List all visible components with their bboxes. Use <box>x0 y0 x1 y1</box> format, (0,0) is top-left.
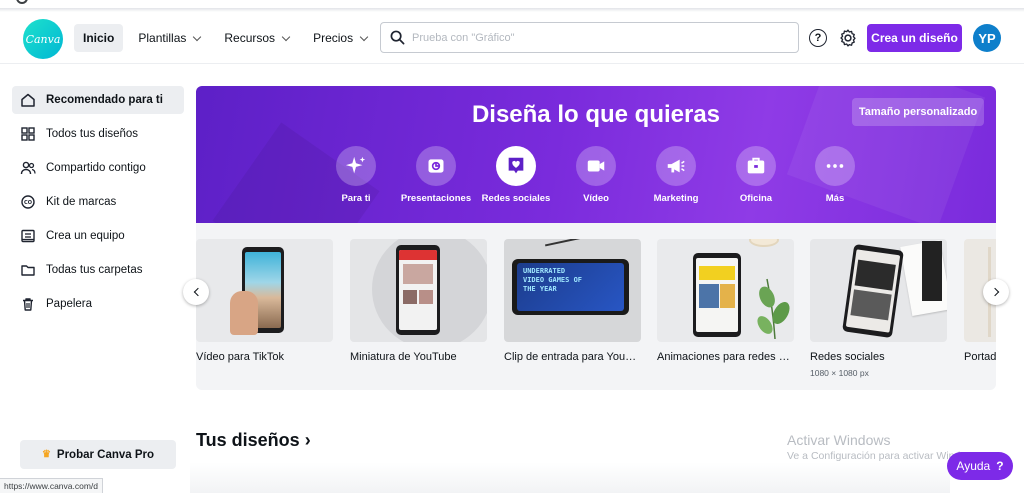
template-thumbnail: UNDERRATED VIDEO GAMES OF THE YEAR <box>504 239 641 342</box>
search-bar[interactable] <box>380 22 799 53</box>
category-mas[interactable]: Más <box>795 146 875 204</box>
nav-plantillas[interactable]: Plantillas <box>129 24 209 52</box>
carousel-next-button[interactable] <box>983 279 1009 305</box>
category-presentaciones[interactable]: Presentaciones <box>396 146 476 204</box>
category-redes-sociales[interactable]: Redes sociales <box>476 146 556 204</box>
custom-size-button[interactable]: Tamaño personalizado <box>852 98 984 126</box>
nav-inicio[interactable]: Inicio <box>74 24 124 52</box>
help-button[interactable]: Ayuda ? <box>947 452 1013 480</box>
sparkle-icon <box>345 156 366 174</box>
sidebar-item-carpetas[interactable]: Todas tus carpetas <box>12 256 184 284</box>
chevron-left-icon <box>193 287 202 297</box>
template-card-title: Animaciones para redes sociales <box>657 351 794 363</box>
search-input[interactable] <box>412 31 782 44</box>
template-card-title: Miniatura de YouTube <box>350 351 457 363</box>
nav-precios[interactable]: Precios <box>304 24 376 52</box>
brand-kit-icon: CO <box>21 195 35 209</box>
chevron-right-icon <box>990 287 999 297</box>
users-icon <box>20 161 36 175</box>
question-icon: ? <box>996 459 1004 473</box>
template-card-youtube-thumbnail[interactable]: Miniatura de YouTube <box>350 239 487 363</box>
category-para-ti[interactable]: Para ti <box>316 146 396 204</box>
crown-icon: ♛ <box>41 449 51 460</box>
canva-logo[interactable]: Canva <box>23 19 63 59</box>
template-thumbnail <box>810 239 947 342</box>
chevron-down-icon <box>359 32 369 41</box>
thumbnail-text: UNDERRATED VIDEO GAMES OF THE YEAR <box>523 267 583 293</box>
video-camera-icon <box>587 160 605 172</box>
template-card-social-animations[interactable]: Animaciones para redes sociales <box>657 239 794 363</box>
browser-edge-icon <box>16 0 28 4</box>
chevron-right-icon: › <box>304 430 311 450</box>
chevron-down-icon <box>193 32 202 41</box>
trash-icon <box>23 298 33 311</box>
help-icon[interactable]: ? <box>809 29 827 47</box>
sidebar-item-compartido[interactable]: Compartido contigo <box>12 154 184 182</box>
sidebar: Recomendado para ti Todos tus diseños Co… <box>0 65 196 493</box>
your-designs-heading[interactable]: Tus diseños › <box>196 430 311 451</box>
sidebar-item-papelera[interactable]: Papelera <box>12 290 184 318</box>
heart-chat-icon <box>508 157 524 174</box>
sidebar-item-todos-disenos[interactable]: Todos tus diseños <box>12 120 184 148</box>
template-thumbnail <box>657 239 794 342</box>
sidebar-item-kit-marcas[interactable]: CO Kit de marcas <box>12 188 184 216</box>
template-card-size: 1080 × 1080 px <box>810 368 869 378</box>
template-card-title: Redes sociales <box>810 351 885 363</box>
megaphone-icon <box>667 159 685 173</box>
folder-icon <box>21 265 35 276</box>
presentation-icon <box>428 159 444 173</box>
home-icon <box>21 93 35 107</box>
nav-recursos[interactable]: Recursos <box>215 24 298 52</box>
template-carousel: Vídeo para TikTok Miniatura de YouTube U… <box>196 223 996 390</box>
more-dots-icon <box>826 164 844 168</box>
template-thumbnail <box>350 239 487 342</box>
browser-top-strip <box>0 0 1024 12</box>
canva-home-page: Canva Inicio Plantillas Recursos Precios… <box>0 0 1024 493</box>
grid-icon <box>21 127 35 141</box>
create-design-button[interactable]: Crea un diseño <box>867 24 962 52</box>
template-card-title: Portada <box>964 351 996 363</box>
category-marketing[interactable]: Marketing <box>636 146 716 204</box>
gear-icon[interactable] <box>838 28 858 48</box>
carousel-prev-button[interactable] <box>183 279 209 305</box>
sidebar-item-recomendado[interactable]: Recomendado para ti <box>12 86 184 114</box>
template-card-social-media[interactable]: Redes sociales 1080 × 1080 px <box>810 239 947 378</box>
template-card-youtube-intro[interactable]: UNDERRATED VIDEO GAMES OF THE YEAR Clip … <box>504 239 641 363</box>
svg-text:CO: CO <box>24 200 32 206</box>
top-header: Canva Inicio Plantillas Recursos Precios… <box>0 12 1024 64</box>
main-nav: Inicio Plantillas Recursos Precios <box>74 24 376 52</box>
sidebar-item-crea-equipo[interactable]: Crea un equipo <box>12 222 184 250</box>
search-icon <box>390 30 405 45</box>
status-bar-url: https://www.canva.com/d <box>0 478 103 493</box>
briefcase-icon <box>747 157 765 174</box>
category-oficina[interactable]: Oficina <box>716 146 796 204</box>
plant-decoration <box>757 278 790 339</box>
template-card-title: Vídeo para TikTok <box>196 351 285 363</box>
windows-activation-title: Activar Windows <box>787 432 891 448</box>
team-icon <box>21 229 35 243</box>
template-thumbnail <box>196 239 333 342</box>
template-card-title: Clip de entrada para YouTube <box>504 351 641 363</box>
template-card-tiktok[interactable]: Vídeo para TikTok <box>196 239 333 363</box>
try-canva-pro-button[interactable]: ♛ Probar Canva Pro <box>20 440 176 469</box>
hero-banner: Diseña lo que quieras Tamaño personaliza… <box>196 86 996 223</box>
chevron-down-icon <box>281 32 291 41</box>
category-video[interactable]: Vídeo <box>556 146 636 204</box>
avatar[interactable]: YP <box>973 24 1001 52</box>
